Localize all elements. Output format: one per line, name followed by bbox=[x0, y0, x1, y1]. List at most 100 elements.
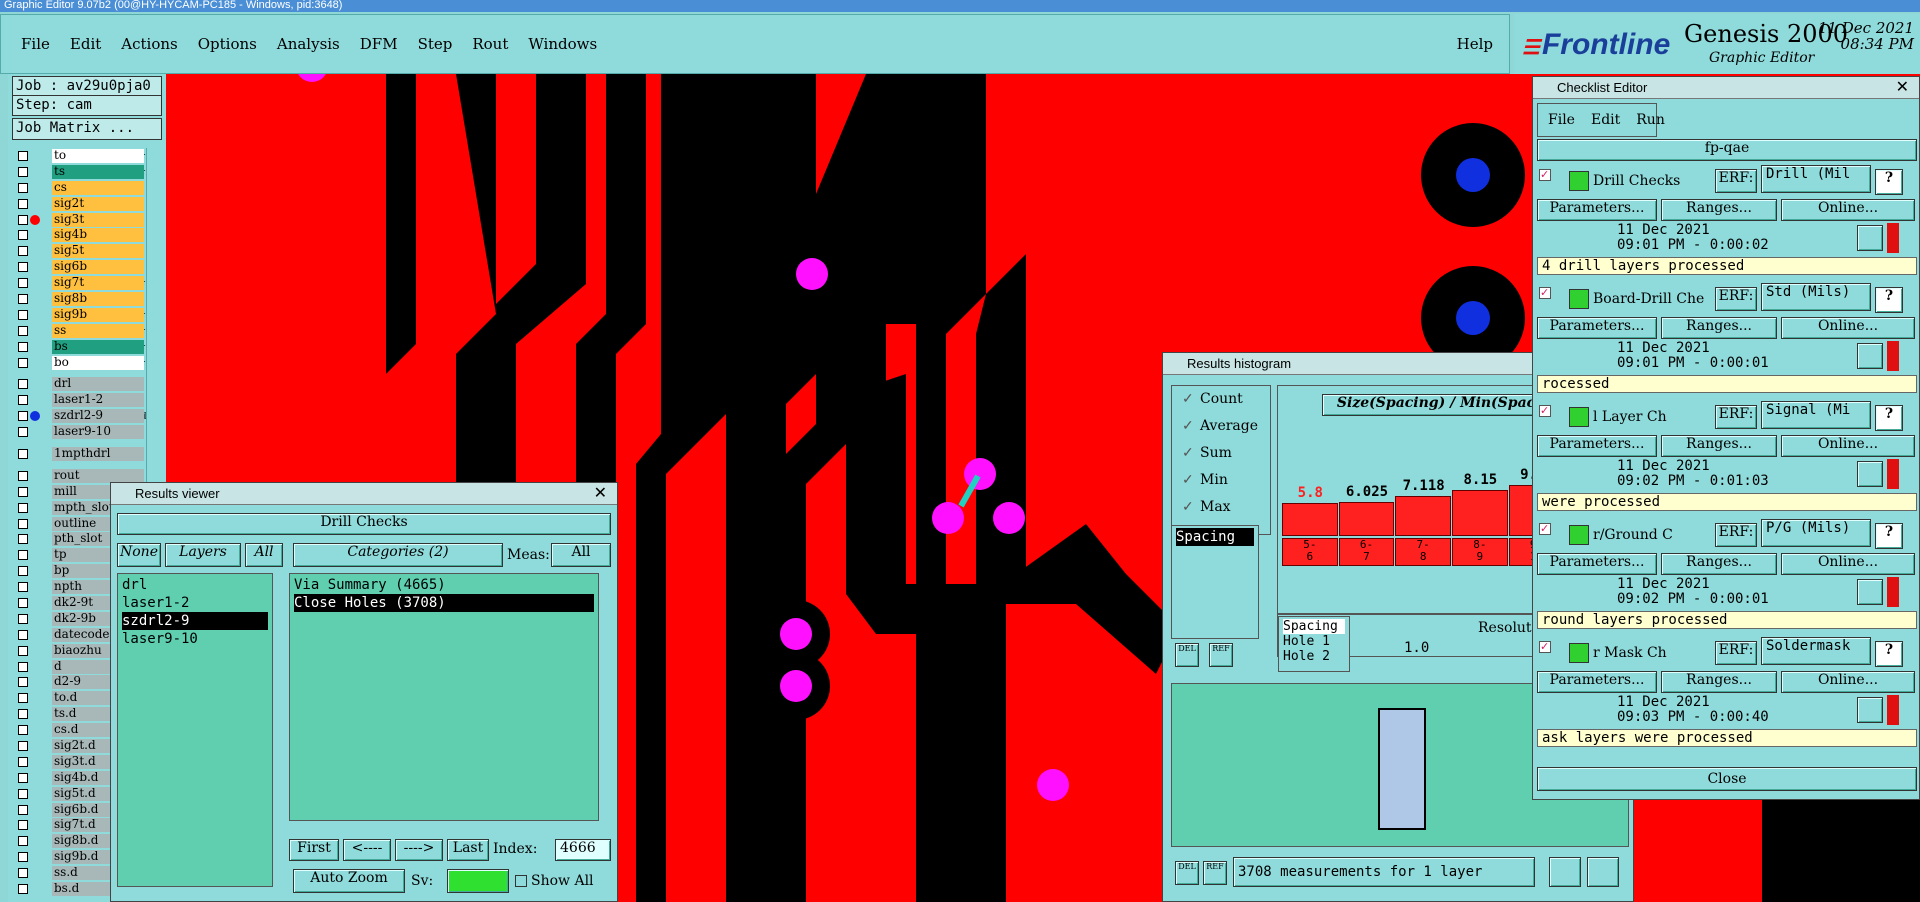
layer-checkbox[interactable] bbox=[18, 293, 28, 304]
layer-checkbox[interactable] bbox=[18, 788, 28, 799]
checklist-menu-edit[interactable]: Edit bbox=[1591, 112, 1620, 128]
layer-row[interactable]: ★ts bbox=[12, 164, 152, 180]
checklist-titlebar[interactable]: Checklist Editor ✕ bbox=[1533, 77, 1919, 99]
layer-name[interactable]: laser1-2 bbox=[52, 393, 144, 408]
layer-checkbox[interactable] bbox=[18, 566, 28, 577]
layer-checkbox[interactable] bbox=[18, 486, 28, 497]
layer-checkbox[interactable] bbox=[18, 725, 28, 736]
layer-name[interactable]: sig9b bbox=[52, 307, 144, 322]
layer-name[interactable]: laser9-10 bbox=[52, 425, 144, 440]
layer-name[interactable]: to bbox=[52, 148, 144, 163]
prev-button[interactable]: <---- bbox=[343, 839, 391, 861]
layer-name[interactable]: sig4b bbox=[52, 228, 144, 243]
search-icon[interactable] bbox=[1857, 697, 1883, 723]
layer-name[interactable]: ts bbox=[52, 164, 144, 179]
type-item[interactable]: Spacing bbox=[1283, 619, 1345, 634]
search-icon[interactable] bbox=[1857, 225, 1883, 251]
close-icon[interactable]: ✕ bbox=[594, 483, 607, 505]
menu-edit[interactable]: Edit bbox=[70, 35, 101, 53]
job-matrix-button[interactable]: Job Matrix ... bbox=[12, 118, 162, 140]
categories-list[interactable]: Via Summary (4665) Close Holes (3708) bbox=[289, 573, 599, 821]
check-name[interactable]: l Layer Ch bbox=[1593, 409, 1713, 425]
menu-help[interactable]: Help bbox=[1457, 35, 1493, 53]
ranges-button[interactable]: Ranges... bbox=[1661, 435, 1777, 457]
layers-list[interactable]: drl laser1-2 szdrl2-9 laser9-10 bbox=[117, 573, 273, 887]
layer-row[interactable]: sig3t bbox=[12, 212, 152, 228]
parameters-button[interactable]: Parameters... bbox=[1537, 199, 1657, 221]
type-list[interactable]: Spacing Hole 1 Hole 2 bbox=[1278, 616, 1350, 672]
layer-checkbox[interactable] bbox=[18, 741, 28, 751]
layer-name[interactable]: sig7t bbox=[52, 276, 144, 291]
menu-actions[interactable]: Actions bbox=[121, 35, 177, 53]
param-item[interactable]: Spacing bbox=[1176, 528, 1254, 546]
ref-button[interactable]: REF bbox=[1209, 643, 1233, 667]
menu-step[interactable]: Step bbox=[418, 35, 453, 53]
layer-checkbox[interactable] bbox=[18, 884, 28, 895]
histogram-bar[interactable] bbox=[1395, 495, 1451, 536]
categories-button[interactable]: Categories (2) bbox=[293, 543, 503, 567]
layer-name[interactable]: sig5t bbox=[52, 244, 144, 259]
layer-checkbox[interactable] bbox=[18, 534, 28, 545]
layer-row[interactable]: sig4b bbox=[12, 227, 152, 243]
layer-checkbox[interactable] bbox=[18, 709, 28, 720]
layer-checkbox[interactable] bbox=[18, 852, 28, 863]
layer-name[interactable]: drl bbox=[52, 377, 144, 392]
erf-select[interactable]: Drill (Mil bbox=[1761, 165, 1871, 193]
layer-row[interactable]: sig2t bbox=[12, 196, 152, 212]
menu-file[interactable]: File bbox=[21, 35, 50, 53]
layer-row[interactable]: ▣szdrl2-9 bbox=[12, 408, 152, 424]
first-button[interactable]: First bbox=[289, 839, 339, 861]
sv-color-select[interactable] bbox=[447, 869, 509, 893]
layer-name[interactable]: sig6b bbox=[52, 260, 144, 275]
online-button[interactable]: Online... bbox=[1781, 435, 1915, 457]
layer-checkbox[interactable] bbox=[18, 629, 28, 640]
online-button[interactable]: Online... bbox=[1781, 199, 1915, 221]
layer-checkbox[interactable] bbox=[18, 868, 28, 879]
search-icon[interactable] bbox=[1857, 461, 1883, 487]
layer-checkbox[interactable] bbox=[18, 278, 28, 289]
menu-options[interactable]: Options bbox=[198, 35, 257, 53]
layer-checkbox[interactable] bbox=[18, 150, 28, 161]
check-name[interactable]: r Mask Ch bbox=[1593, 645, 1713, 661]
layer-checkbox[interactable] bbox=[18, 820, 28, 831]
help-icon[interactable]: ? bbox=[1875, 641, 1903, 667]
layer-checkbox[interactable] bbox=[18, 448, 28, 459]
online-button[interactable]: Online... bbox=[1781, 671, 1915, 693]
type-item[interactable]: Hole 2 bbox=[1283, 649, 1345, 664]
close-button[interactable]: Close bbox=[1537, 767, 1917, 791]
layer-checkbox[interactable] bbox=[18, 309, 28, 320]
layer-name[interactable]: bo bbox=[52, 355, 144, 370]
check-enable-checkbox[interactable]: ✓ bbox=[1539, 641, 1551, 653]
checklist-menu-file[interactable]: File bbox=[1548, 112, 1575, 128]
layers-button[interactable]: Layers bbox=[165, 543, 241, 567]
menu-rout[interactable]: Rout bbox=[472, 35, 508, 53]
layer-checkbox[interactable] bbox=[18, 518, 28, 529]
layer-row[interactable]: ★sig9b bbox=[12, 307, 152, 323]
layer-row[interactable]: sig8b bbox=[12, 291, 152, 307]
histogram-bar[interactable] bbox=[1282, 503, 1338, 536]
check-name[interactable]: Board-Drill Che bbox=[1593, 291, 1713, 307]
layer-name[interactable]: bs bbox=[52, 339, 144, 354]
export-icon[interactable] bbox=[1587, 857, 1619, 887]
option-average[interactable]: Average bbox=[1172, 413, 1270, 440]
help-icon[interactable]: ? bbox=[1875, 405, 1903, 431]
ranges-button[interactable]: Ranges... bbox=[1661, 671, 1777, 693]
erf-select[interactable]: Soldermask bbox=[1761, 637, 1871, 665]
ref-button-bottom[interactable]: REF bbox=[1203, 861, 1227, 885]
layer-checkbox[interactable] bbox=[18, 645, 28, 656]
layer-list-item[interactable]: laser9-10 bbox=[122, 630, 268, 648]
layer-name[interactable]: 1mpthdrl bbox=[52, 446, 144, 461]
layer-checkbox[interactable] bbox=[18, 411, 28, 422]
layer-row[interactable]: ★ss bbox=[12, 323, 152, 339]
close-icon[interactable]: ✕ bbox=[1896, 77, 1909, 99]
option-max[interactable]: Max bbox=[1172, 494, 1270, 521]
check-enable-checkbox[interactable]: ✓ bbox=[1539, 169, 1551, 181]
layer-checkbox[interactable] bbox=[18, 230, 28, 241]
parameters-button[interactable]: Parameters... bbox=[1537, 553, 1657, 575]
all-button[interactable]: All bbox=[245, 543, 283, 567]
layer-checkbox[interactable] bbox=[18, 836, 28, 847]
layer-row[interactable]: laser1-2 bbox=[12, 392, 152, 408]
menu-analysis[interactable]: Analysis bbox=[277, 35, 340, 53]
none-button[interactable]: None bbox=[117, 543, 161, 567]
results-viewer-titlebar[interactable]: Results viewer ✕ bbox=[111, 483, 617, 505]
